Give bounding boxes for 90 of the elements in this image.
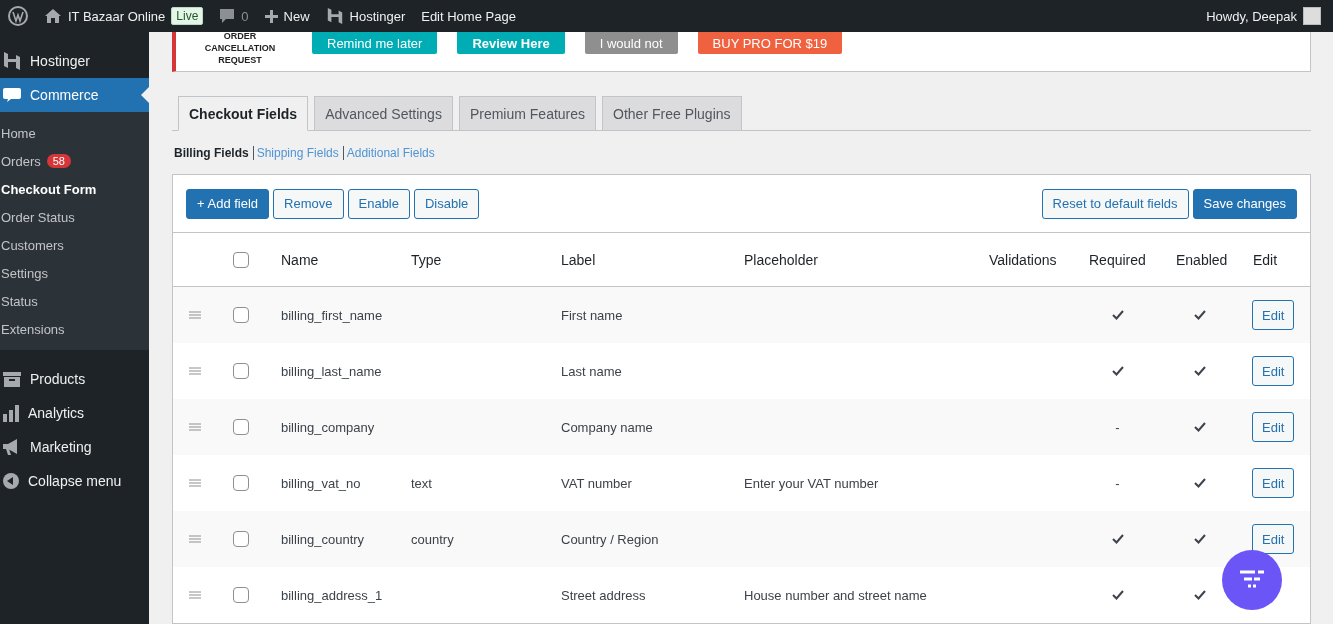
toolbar-button[interactable]: Enable bbox=[347, 188, 410, 219]
notice-button[interactable]: I would not bbox=[584, 32, 678, 54]
menu-item[interactable]: Analytics bbox=[0, 396, 149, 430]
column-header: Type bbox=[410, 251, 443, 268]
row-checkbox[interactable] bbox=[233, 531, 249, 547]
table-cell-text: Enter your VAT number bbox=[743, 475, 880, 491]
bar-chart-icon bbox=[2, 404, 20, 422]
toolbar-button[interactable]: + Add field bbox=[186, 188, 270, 219]
greeting-link[interactable]: Howdy, Deepak bbox=[1206, 8, 1297, 24]
table-cell-text: billing_last_name bbox=[280, 363, 383, 379]
toolbar-button[interactable]: Remove bbox=[273, 188, 344, 219]
drag-handle-icon[interactable] bbox=[188, 535, 201, 543]
submenu-item[interactable]: Orders 58 bbox=[0, 147, 149, 175]
submenu-item[interactable]: Checkout Form bbox=[0, 175, 149, 203]
column-header: Required bbox=[1088, 251, 1147, 268]
table-cell-text: Street address bbox=[560, 587, 647, 603]
hosting-link[interactable]: Hostinger bbox=[349, 8, 406, 24]
table-cell-text: Last name bbox=[560, 363, 623, 379]
drag-handle-icon[interactable] bbox=[188, 479, 201, 487]
edit-button[interactable]: Edit bbox=[1252, 356, 1295, 386]
hosting-logo-icon bbox=[325, 7, 344, 25]
menu-item[interactable]: Hostinger bbox=[0, 44, 149, 78]
comment-icon bbox=[219, 8, 236, 24]
tab[interactable]: Checkout Fields bbox=[178, 96, 309, 131]
subtab-link[interactable]: Additional Fields bbox=[346, 146, 435, 160]
subtab-link[interactable]: Billing Fields bbox=[174, 146, 249, 160]
edit-button[interactable]: Edit bbox=[1252, 468, 1295, 498]
table-cell-text: text bbox=[410, 475, 433, 491]
table-cell-text: billing_company bbox=[280, 419, 376, 435]
new-link[interactable]: New bbox=[283, 8, 310, 24]
column-header: Edit bbox=[1252, 251, 1279, 268]
submenu-item[interactable]: Extensions bbox=[0, 315, 149, 343]
live-badge: Live bbox=[171, 7, 204, 25]
table-cell: - bbox=[1115, 475, 1120, 491]
hosting-logo-icon bbox=[2, 51, 22, 71]
toolbar-button[interactable]: Disable bbox=[414, 188, 480, 219]
table-cell-text: VAT number bbox=[560, 475, 633, 491]
table-cell-text: Company name bbox=[560, 419, 654, 435]
row-checkbox[interactable] bbox=[233, 587, 249, 603]
edit-button[interactable]: Edit bbox=[1252, 300, 1295, 330]
drag-handle-icon[interactable] bbox=[188, 311, 201, 319]
table-cell-text: billing_first_name bbox=[280, 307, 384, 323]
row-checkbox[interactable] bbox=[233, 475, 249, 491]
submenu-item[interactable]: Settings bbox=[0, 259, 149, 287]
notice-button[interactable]: BUY PRO FOR $19 bbox=[697, 32, 843, 54]
toolbar-button[interactable]: Reset to default fields bbox=[1041, 188, 1189, 219]
column-header: Placeholder bbox=[743, 251, 819, 268]
tab[interactable]: Advanced Settings bbox=[314, 96, 453, 131]
submenu-item[interactable]: Order Status bbox=[0, 203, 149, 231]
menu-item[interactable]: Products bbox=[0, 362, 149, 396]
notice-title: ORDER CANCELLATION REQUEST bbox=[203, 30, 277, 66]
site-name-link[interactable]: IT Bazaar Online bbox=[68, 8, 166, 24]
select-all-checkbox[interactable] bbox=[233, 251, 249, 268]
drag-handle-icon[interactable] bbox=[188, 591, 201, 599]
toolbar-button[interactable]: Save changes bbox=[1192, 188, 1297, 219]
submenu-item[interactable]: Status bbox=[0, 287, 149, 315]
table-cell-text: billing_country bbox=[280, 531, 366, 547]
table-cell-text: Country / Region bbox=[560, 531, 660, 547]
row-checkbox[interactable] bbox=[233, 363, 249, 379]
column-header: Name bbox=[280, 251, 320, 268]
home-icon bbox=[44, 8, 62, 24]
row-checkbox[interactable] bbox=[233, 307, 249, 323]
table-cell-text: House number and street name bbox=[743, 587, 928, 603]
tab[interactable]: Premium Features bbox=[458, 96, 597, 131]
subtab-link[interactable]: Shipping Fields bbox=[256, 146, 339, 160]
filter-icon bbox=[1239, 570, 1265, 590]
table-cell: - bbox=[1115, 419, 1120, 435]
column-header: Label bbox=[560, 251, 597, 268]
menu-item[interactable]: Collapse menu bbox=[0, 464, 149, 498]
edit-button[interactable]: Edit bbox=[1252, 524, 1295, 554]
submenu-item[interactable]: Home bbox=[0, 119, 149, 147]
column-header: Validations bbox=[988, 251, 1058, 268]
tab[interactable]: Other Free Plugins bbox=[602, 96, 742, 131]
column-header: Enabled bbox=[1175, 251, 1229, 268]
table-cell-text: First name bbox=[560, 307, 624, 323]
edit-page-link[interactable]: Edit Home Page bbox=[421, 8, 516, 24]
table-cell-text: billing_vat_no bbox=[280, 475, 362, 491]
drag-handle-icon[interactable] bbox=[188, 423, 201, 431]
plus-icon bbox=[264, 9, 278, 23]
count-badge: 58 bbox=[46, 154, 71, 168]
edit-button[interactable]: Edit bbox=[1252, 412, 1295, 442]
submenu-item[interactable]: Customers bbox=[0, 231, 149, 259]
wordpress-logo-icon[interactable] bbox=[8, 6, 28, 26]
table-cell-text: billing_address_1 bbox=[280, 587, 384, 603]
drag-handle-icon[interactable] bbox=[188, 367, 201, 375]
table-cell-text: country bbox=[410, 531, 455, 547]
comment-count[interactable]: 0 bbox=[241, 8, 249, 24]
row-checkbox[interactable] bbox=[233, 419, 249, 435]
menu-item[interactable]: Marketing bbox=[0, 430, 149, 464]
menu-item[interactable]: Commerce bbox=[0, 78, 149, 112]
